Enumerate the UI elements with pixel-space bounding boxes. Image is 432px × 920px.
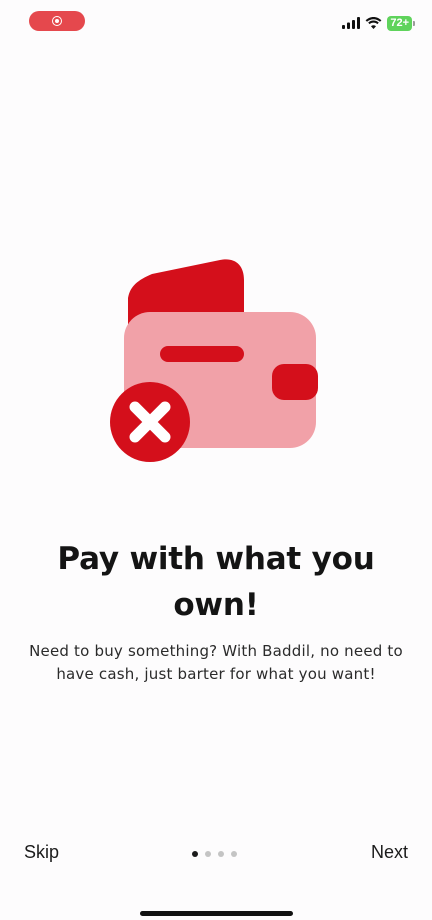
home-indicator[interactable] [140, 911, 293, 916]
battery-icon: 72+ [387, 15, 415, 31]
onboarding-description: Need to buy something? With Baddil, no n… [29, 642, 403, 683]
status-bar: 72+ [0, 0, 432, 44]
onboarding-navigation: Skip Next [0, 838, 432, 872]
page-dot-1[interactable] [192, 851, 198, 857]
page-dot-2[interactable] [205, 851, 211, 857]
wifi-icon [365, 17, 382, 29]
next-button[interactable]: Next [371, 842, 408, 863]
screen-recording-indicator[interactable] [29, 11, 85, 31]
battery-level: 72+ [390, 16, 409, 29]
page-indicator [192, 851, 237, 857]
cellular-signal-icon [342, 17, 361, 29]
record-icon [52, 16, 62, 26]
wallet-with-x-icon [110, 259, 318, 462]
page-dot-4[interactable] [231, 851, 237, 857]
onboarding-title: Pay with what you own! [57, 541, 375, 623]
page-dot-3[interactable] [218, 851, 224, 857]
status-icons: 72+ [342, 15, 415, 31]
skip-button[interactable]: Skip [24, 842, 59, 863]
